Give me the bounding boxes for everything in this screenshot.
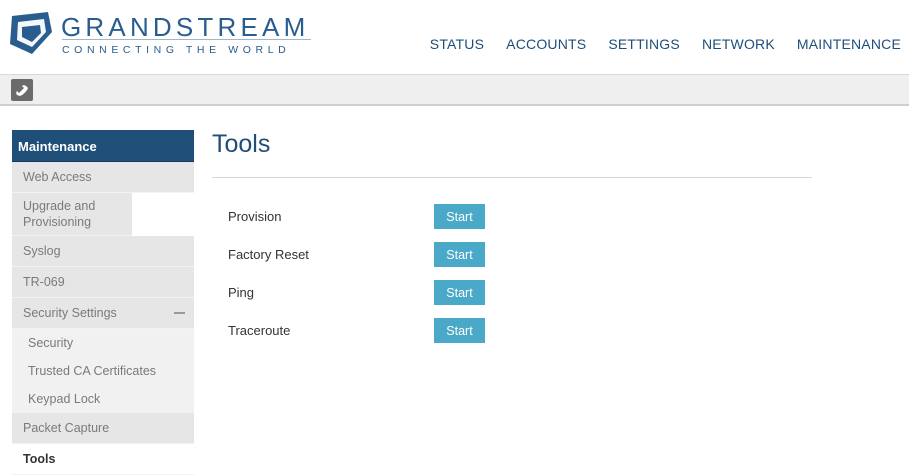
traceroute-start-button[interactable]: Start (434, 318, 485, 343)
title-divider (212, 177, 812, 178)
nav-network[interactable]: NETWORK (691, 36, 786, 52)
main-content: Tools Provision Start Factory Reset Star… (212, 130, 812, 343)
phone-handset-button[interactable] (11, 79, 33, 101)
sidebar-item-tr069[interactable]: TR-069 (12, 267, 194, 298)
tool-label-factory-reset: Factory Reset (228, 247, 309, 262)
toolbar (0, 74, 909, 106)
tool-label-provision: Provision (228, 209, 282, 224)
factory-reset-start-button[interactable]: Start (434, 242, 485, 267)
nav-settings[interactable]: SETTINGS (597, 36, 691, 52)
tool-row-provision: Provision Start (228, 204, 528, 230)
sidebar-subitem-security[interactable]: Security (12, 329, 194, 357)
top-navigation: STATUS ACCOUNTS SETTINGS NETWORK MAINTEN… (419, 36, 901, 52)
tool-row-factory-reset: Factory Reset Start (228, 242, 528, 268)
grandstream-logo: GRANDSTREAM CONNECTING THE WORLD (8, 10, 318, 60)
nav-status[interactable]: STATUS (419, 36, 495, 52)
sidebar-item-upgrade-provisioning[interactable]: Upgrade and Provisioning (12, 193, 132, 236)
sidebar-item-web-access[interactable]: Web Access (12, 162, 194, 193)
phone-handset-icon (16, 85, 28, 96)
logo-divider (62, 39, 311, 40)
sidebar-subitem-keypad-lock[interactable]: Keypad Lock (12, 385, 194, 413)
tool-label-ping: Ping (228, 285, 255, 300)
sidebar-item-tools[interactable]: Tools (12, 444, 194, 475)
nav-maintenance[interactable]: MAINTENANCE (786, 36, 901, 52)
brand-tagline: CONNECTING THE WORLD (62, 44, 291, 56)
sidebar-item-security-settings-label: Security Settings (23, 306, 117, 320)
sidebar-item-security-settings[interactable]: Security Settings (12, 298, 194, 329)
tool-row-ping: Ping Start (228, 280, 528, 306)
sidebar: Maintenance Web Access Upgrade and Provi… (12, 130, 194, 475)
page-title: Tools (212, 130, 271, 158)
tool-label-traceroute: Traceroute (228, 323, 291, 338)
provision-start-button[interactable]: Start (434, 204, 485, 229)
nav-accounts[interactable]: ACCOUNTS (495, 36, 597, 52)
app-header: GRANDSTREAM CONNECTING THE WORLD STATUS … (0, 0, 909, 74)
sidebar-item-syslog[interactable]: Syslog (12, 236, 194, 267)
sidebar-item-packet-capture[interactable]: Packet Capture (12, 413, 194, 444)
ping-start-button[interactable]: Start (434, 280, 485, 305)
logo-mark-icon (10, 12, 52, 54)
tool-row-traceroute: Traceroute Start (228, 318, 528, 344)
sidebar-subitem-trusted-ca[interactable]: Trusted CA Certificates (12, 357, 194, 385)
collapse-icon[interactable] (174, 312, 185, 314)
sidebar-header[interactable]: Maintenance (12, 130, 194, 162)
